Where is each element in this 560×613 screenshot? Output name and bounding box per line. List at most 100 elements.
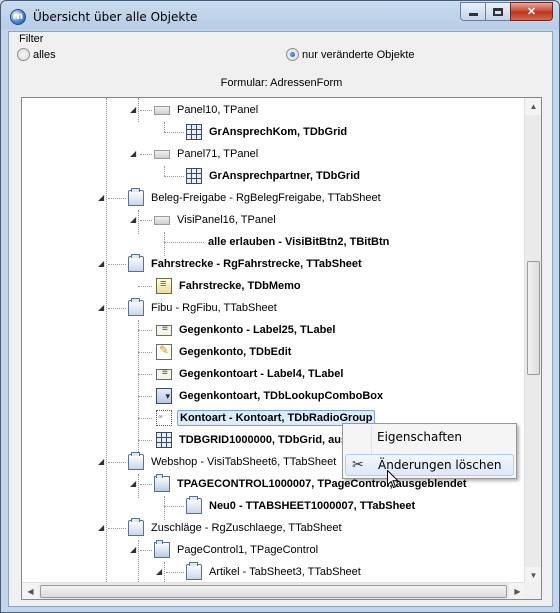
expand-arrow-icon[interactable]: ◢ (98, 523, 104, 532)
expand-arrow-icon[interactable]: ◢ (98, 303, 104, 312)
tree-connector-line (138, 440, 152, 441)
vertical-scrollbar[interactable]: ▲ ▼ (524, 98, 541, 584)
radio-nur-veraenderte-circle[interactable] (286, 48, 299, 61)
window-title: Übersicht über alle Objekte (33, 10, 198, 24)
expand-arrow-icon[interactable]: ◢ (130, 215, 136, 224)
tree-connector-line (164, 506, 184, 507)
tree-connector-line (164, 132, 184, 133)
memo-icon (156, 278, 172, 294)
radiogroup-icon (156, 410, 172, 426)
tree-node-webshop[interactable]: ◢ Webshop - VisiTabSheet6, TTabSheet (98, 452, 338, 472)
tree-connector-line (164, 176, 184, 177)
radio-nur-veraenderte[interactable]: nur veränderte Objekte (286, 48, 415, 61)
tree-node-fahrstrecke-tabsheet[interactable]: ◢ Fahrstrecke - RgFahrstrecke, TTabSheet (98, 254, 364, 274)
grid-icon (156, 432, 172, 448)
tree-node-label: alle erlauben - VisiBitBtn2, TBitBtn (208, 236, 390, 248)
grid-icon (186, 168, 202, 184)
radio-alles[interactable]: alles (17, 48, 56, 61)
tree-node-fibu[interactable]: ◢ Fibu - RgFibu, TTabSheet (98, 298, 279, 318)
client-area: Filter alles nur veränderte Objekte Form… (8, 31, 553, 607)
tree-connector-line (138, 418, 152, 419)
tree-connector-line (108, 308, 126, 309)
pagecontrol-icon (154, 474, 170, 492)
tree-connector-line (138, 352, 152, 353)
tree-node-gegenkonto-label[interactable]: Gegenkonto - Label25, TLabel (138, 320, 337, 340)
vertical-scroll-thumb[interactable] (527, 261, 540, 375)
tree-node-neu0[interactable]: Neu0 - TTABSHEET1000007, TTabSheet (164, 496, 417, 516)
menu-item-aenderungen-loeschen[interactable]: ✂ Änderungen löschen (345, 454, 514, 476)
tree-node-label: GrAnsprechKom, TDbGrid (209, 126, 348, 138)
tree-node-fahrstrecke-memo[interactable]: Fahrstrecke, TDbMemo (138, 276, 303, 296)
tree-node-label: Webshop - VisiTabSheet6, TTabSheet (151, 456, 337, 468)
tree-connector-line (140, 110, 152, 111)
scroll-left-button[interactable]: ◀ (22, 583, 39, 599)
label-icon (156, 323, 172, 336)
tabsheet-icon (186, 496, 202, 514)
tree-connector-line (138, 286, 152, 287)
tabsheet-icon (128, 298, 144, 316)
arrow-up-icon: ▲ (529, 102, 538, 111)
tree-node-label: PageControl1, TPageControl (177, 544, 319, 556)
tree-node-label: Gegenkontoart - Label4, TLabel (179, 368, 344, 380)
tree-node-label: Panel71, TPanel (177, 148, 259, 160)
tree-connector-line (138, 396, 152, 397)
expand-arrow-icon[interactable]: ◢ (130, 479, 136, 488)
tree-connector-line (138, 330, 152, 331)
expand-arrow-icon[interactable]: ◢ (130, 149, 136, 158)
scissors-icon: ✂ (352, 457, 364, 473)
arrow-down-icon: ▼ (529, 571, 538, 580)
tree-node-label: Panel10, TPanel (177, 104, 259, 116)
tree-node-label: Beleg-Freigabe - RgBelegFreigabe, TTabSh… (151, 192, 381, 204)
menu-item-eigenschaften[interactable]: Eigenschaften (345, 426, 514, 448)
expand-arrow-icon[interactable]: ◢ (130, 105, 136, 114)
tree-node-grAnsprechKom[interactable]: GrAnsprechKom, TDbGrid (164, 122, 349, 142)
tree-node-visipanel16[interactable]: ◢ VisiPanel16, TPanel (130, 210, 278, 230)
expand-arrow-icon[interactable]: ◢ (98, 259, 104, 268)
tree-node-alle-erlauben[interactable]: alle erlauben - VisiBitBtn2, TBitBtn (164, 232, 391, 252)
menu-item-label: Eigenschaften (377, 430, 463, 444)
radio-alles-label: alles (33, 48, 56, 61)
label-icon (156, 367, 172, 380)
horizontal-scroll-thumb[interactable] (40, 585, 507, 598)
radio-alles-circle[interactable] (17, 48, 30, 61)
expand-arrow-icon[interactable]: ◢ (98, 457, 104, 466)
tree-node-grAnsprechpartner[interactable]: GrAnsprechpartner, TDbGrid (164, 166, 362, 186)
tree-node-gegenkonto-edit[interactable]: Gegenkonto, TDbEdit (138, 342, 293, 362)
tree-node-label: Gegenkontoart, TDbLookupComboBox (179, 390, 384, 402)
scroll-up-button[interactable]: ▲ (525, 98, 541, 115)
tree-node-zuschlaege[interactable]: ◢ Zuschläge - RgZuschlaege, TTabSheet (98, 518, 344, 538)
tree-node-label: Gegenkonto - Label25, TLabel (179, 324, 336, 336)
expand-arrow-icon[interactable]: ◢ (98, 193, 104, 202)
minimize-button[interactable] (460, 2, 486, 21)
main-window: m Übersicht über alle Objekte ✕ Filter a… (0, 0, 560, 613)
horizontal-scrollbar[interactable]: ◀ ▶ (22, 582, 526, 599)
tree-node-artikel[interactable]: ◢ Artikel - TabSheet3, TTabSheet (156, 562, 363, 582)
panel-icon (154, 105, 170, 115)
tree-node-panel10[interactable]: ◢ Panel10, TPanel (130, 100, 260, 120)
scrollbar-corner (524, 582, 541, 599)
tree-node-tdbgrid1000000[interactable]: TDBGRID1000000, TDbGrid, aus (138, 430, 349, 450)
tree-node-panel71[interactable]: ◢ Panel71, TPanel (130, 144, 260, 164)
caption-buttons: ✕ (460, 2, 553, 22)
panel-icon (154, 149, 170, 159)
close-button[interactable]: ✕ (510, 2, 553, 21)
tree-node-label: GrAnsprechpartner, TDbGrid (209, 170, 360, 182)
tree-node-gegenkontoart-label[interactable]: Gegenkontoart - Label4, TLabel (138, 364, 345, 384)
tree-node-label: Neu0 - TTABSHEET1000007, TTabSheet (209, 500, 416, 512)
pagecontrol-icon (154, 540, 170, 558)
expand-arrow-icon[interactable]: ◢ (156, 567, 162, 576)
title-bar[interactable]: m Übersicht über alle Objekte ✕ (1, 1, 559, 31)
object-tree[interactable]: ◢ Panel10, TPanel GrAnsprechKom, TDbGrid… (21, 97, 542, 600)
expand-arrow-icon[interactable]: ◢ (130, 545, 136, 554)
tree-node-label: Gegenkonto, TDbEdit (179, 346, 292, 358)
tree-node-beleg-freigabe[interactable]: ◢ Beleg-Freigabe - RgBelegFreigabe, TTab… (98, 188, 383, 208)
tree-node-pagecontrol1[interactable]: ◢ PageControl1, TPageControl (130, 540, 320, 560)
tree-node-gegenkontoart-combo[interactable]: Gegenkontoart, TDbLookupComboBox (138, 386, 385, 406)
maximize-button[interactable] (485, 2, 511, 21)
edit-icon (156, 343, 172, 360)
tree-node-kontoart-selected[interactable]: Kontoart - Kontoart, TDbRadioGroup (138, 408, 376, 428)
tree-node-label: Fahrstrecke - RgFahrstrecke, TTabSheet (151, 258, 362, 270)
tree-connector-line (140, 550, 152, 551)
tree-node-label: Zuschläge - RgZuschlaege, TTabSheet (151, 522, 342, 534)
tabsheet-icon (128, 254, 144, 272)
